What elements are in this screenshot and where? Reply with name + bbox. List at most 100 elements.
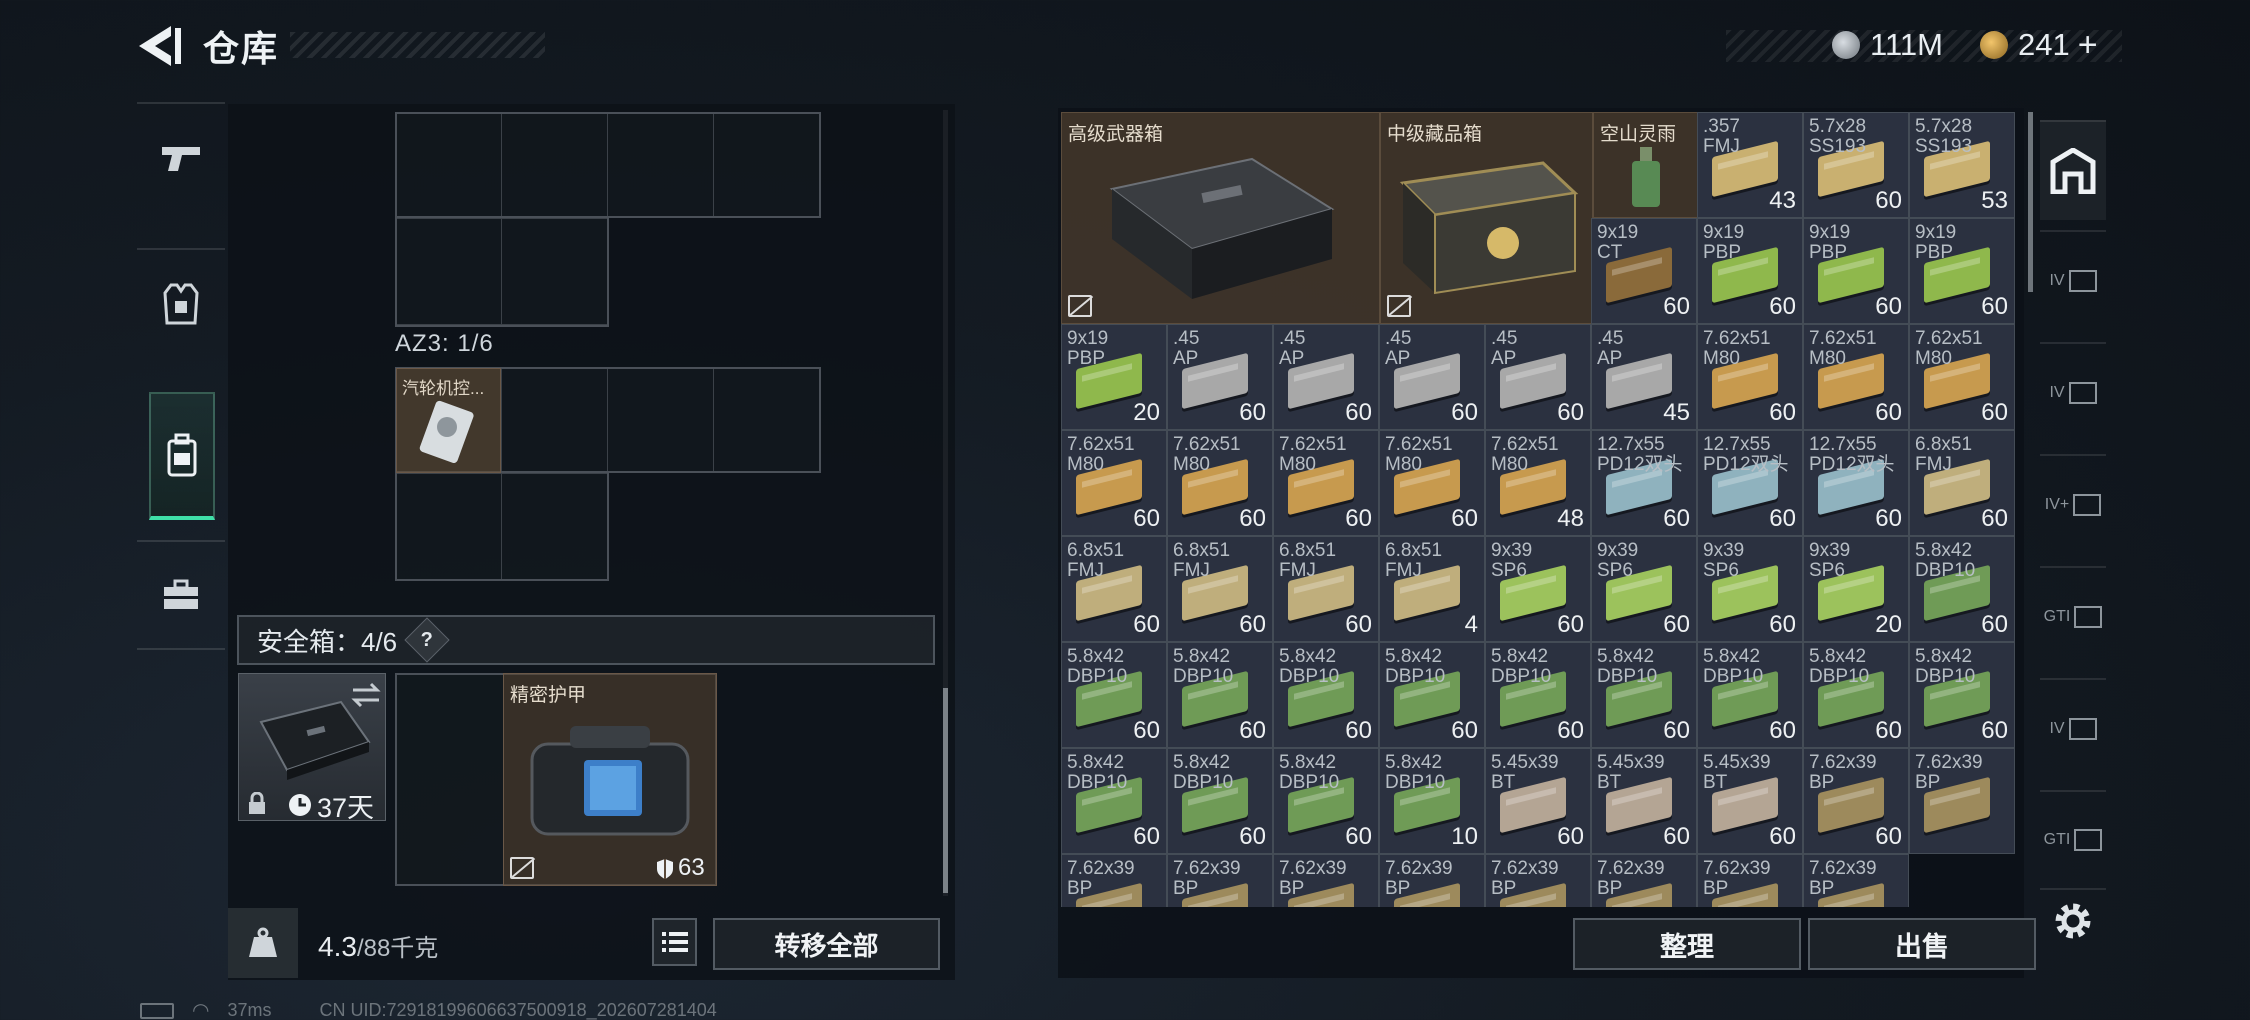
stash-item[interactable]: 6.8x51 FMJ 60 <box>1909 430 2015 536</box>
stash-item[interactable]: 7.62x39 BP <box>1697 854 1803 907</box>
item-name: 7.62x51 M80 <box>1279 434 1347 475</box>
stash-item[interactable]: 9x39 SP6 60 <box>1591 536 1697 642</box>
stash-item[interactable]: 5.8x42 DBP10 60 <box>1803 642 1909 748</box>
stash-tab-1[interactable]: IV <box>2040 230 2106 330</box>
stash-item[interactable]: 5.8x42 DBP10 60 <box>1167 642 1273 748</box>
stash-item[interactable]: 7.62x51 M80 60 <box>1697 324 1803 430</box>
stash-item[interactable]: 7.62x39 BP <box>1061 854 1167 907</box>
stash-item[interactable]: 7.62x51 M80 60 <box>1909 324 2015 430</box>
stash-item[interactable]: 9x19 PBP 20 <box>1061 324 1167 430</box>
stash-item[interactable]: 7.62x51 M80 60 <box>1273 430 1379 536</box>
stash-item[interactable]: 7.62x39 BP <box>1591 854 1697 907</box>
stash-item[interactable]: .45 AP 60 <box>1273 324 1379 430</box>
safe-box-slot[interactable]: 37天 <box>238 673 386 823</box>
swap-icon[interactable] <box>351 682 381 708</box>
stash-item[interactable]: 6.8x51 FMJ 60 <box>1273 536 1379 642</box>
stash-item[interactable]: 7.62x51 M80 60 <box>1061 430 1167 536</box>
safe-box-item-armor[interactable]: 精密护甲 63 <box>503 673 717 886</box>
stash-item[interactable]: 7.62x51 M80 48 <box>1485 430 1591 536</box>
stash-item[interactable]: .45 AP 60 <box>1485 324 1591 430</box>
stash-item[interactable]: 5.8x42 DBP10 60 <box>1167 748 1273 854</box>
stash-item[interactable]: 7.62x39 BP <box>1379 854 1485 907</box>
stash-item[interactable]: 5.7x28 SS193 53 <box>1909 112 2015 218</box>
stash-item[interactable]: 9x19 CT 60 <box>1591 218 1697 324</box>
tab-briefcase[interactable] <box>137 540 225 650</box>
stash-item[interactable]: 5.8x42 DBP10 60 <box>1485 642 1591 748</box>
sort-button[interactable]: 整理 <box>1573 918 1801 970</box>
stash-item[interactable]: 5.8x42 DBP10 10 <box>1379 748 1485 854</box>
stash-item[interactable]: 9x19 PBP 60 <box>1697 218 1803 324</box>
stash-item[interactable]: 9x19 PBP 60 <box>1803 218 1909 324</box>
stash-item[interactable]: 5.8x42 DBP10 60 <box>1591 642 1697 748</box>
item-name: 9x39 SP6 <box>1491 540 1533 581</box>
item-name: 7.62x39 BP <box>1173 858 1241 899</box>
stash-item[interactable]: 5.8x42 DBP10 60 <box>1061 642 1167 748</box>
stash-item[interactable]: 5.8x42 DBP10 60 <box>1061 748 1167 854</box>
stash-item[interactable]: 9x39 SP6 60 <box>1697 536 1803 642</box>
stash-item[interactable]: 5.7x28 SS193 60 <box>1803 112 1909 218</box>
backpack-item-turbine[interactable]: 汽轮机控... <box>396 368 501 473</box>
item-name: .357 FMJ <box>1703 116 1740 157</box>
settings-gear-icon[interactable] <box>2050 898 2096 944</box>
stash-item-kongshan[interactable]: 空山灵雨 <box>1593 112 1699 218</box>
stash-item[interactable]: 6.8x51 FMJ 4 <box>1379 536 1485 642</box>
stash-item[interactable]: .45 AP 45 <box>1591 324 1697 430</box>
stash-item[interactable]: 5.45x39 BT 60 <box>1591 748 1697 854</box>
stash-tab-3[interactable]: IV+ <box>2040 454 2106 554</box>
item-name: 6.8x51 FMJ <box>1279 540 1337 581</box>
stash-item[interactable]: 7.62x39 BP 60 <box>1803 748 1909 854</box>
stash-item[interactable]: 5.8x42 DBP10 60 <box>1909 536 2015 642</box>
stash-tab-5[interactable]: IV <box>2040 678 2106 778</box>
stash-item[interactable]: 6.8x51 FMJ 60 <box>1167 536 1273 642</box>
stash-item-weapon-crate[interactable]: 高级武器箱 <box>1061 112 1380 324</box>
stash-item[interactable]: .45 AP 60 <box>1167 324 1273 430</box>
list-view-button[interactable] <box>652 918 697 966</box>
stash-item[interactable]: 7.62x51 M80 60 <box>1379 430 1485 536</box>
stash-item[interactable]: 6.8x51 FMJ 60 <box>1061 536 1167 642</box>
tab-weapon[interactable] <box>137 102 225 212</box>
unlocked-icon <box>510 857 534 879</box>
stash-item[interactable]: 9x19 PBP 60 <box>1909 218 2015 324</box>
stash-item-collection-crate[interactable]: 中级藏品箱 <box>1380 112 1593 324</box>
stash-item[interactable]: 5.8x42 DBP10 60 <box>1379 642 1485 748</box>
stash-item[interactable]: 5.8x42 DBP10 60 <box>1273 748 1379 854</box>
stash-item[interactable]: .357 FMJ 43 <box>1697 112 1803 218</box>
stash-item[interactable]: 7.62x39 BP <box>1167 854 1273 907</box>
stash-tab-6[interactable]: GTI <box>2040 790 2106 890</box>
unlocked-icon <box>1387 295 1411 317</box>
stash-item[interactable]: 9x39 SP6 60 <box>1485 536 1591 642</box>
stash-item[interactable]: 9x39 SP6 20 <box>1803 536 1909 642</box>
stash-item[interactable]: 12.7x55 PD12双头 60 <box>1803 430 1909 536</box>
backpack-scroll-thumb[interactable] <box>943 688 948 893</box>
stash-tab-2[interactable]: IV <box>2040 342 2106 442</box>
stash-item[interactable]: 7.62x39 BP <box>1485 854 1591 907</box>
stash-item[interactable]: 7.62x39 BP <box>1909 748 2015 854</box>
stash-tab-all[interactable] <box>2040 120 2106 220</box>
stash-item[interactable]: 7.62x51 M80 60 <box>1803 324 1909 430</box>
stash-tab-4[interactable]: GTI <box>2040 566 2106 666</box>
stash-item[interactable]: 12.7x55 PD12双头 60 <box>1697 430 1803 536</box>
stash-item[interactable]: 5.45x39 BT 60 <box>1485 748 1591 854</box>
tab-armor[interactable] <box>137 248 225 358</box>
stash-item[interactable]: 7.62x51 M80 60 <box>1167 430 1273 536</box>
gold-currency[interactable]: 241 + <box>1980 24 2098 66</box>
stash-item[interactable]: 5.8x42 DBP10 60 <box>1697 642 1803 748</box>
stash-item[interactable]: 12.7x55 PD12双头 60 <box>1591 430 1697 536</box>
help-button[interactable]: ? <box>404 617 450 663</box>
stash-item[interactable]: 5.8x42 DBP10 60 <box>1273 642 1379 748</box>
safe-box-label: 安全箱：4/6 <box>257 626 398 657</box>
stash-item[interactable]: 7.62x39 BP <box>1273 854 1379 907</box>
sell-button[interactable]: 出售 <box>1808 918 2036 970</box>
silver-currency[interactable]: 111M <box>1832 24 1943 66</box>
transfer-all-button[interactable]: 转移全部 <box>713 918 940 970</box>
stash-scrollbar[interactable] <box>2028 112 2033 292</box>
stash-item[interactable]: 5.8x42 DBP10 60 <box>1909 642 2015 748</box>
tab-backpack[interactable] <box>149 392 215 520</box>
warning-folder-icon <box>2074 606 2103 628</box>
add-currency-icon[interactable]: + <box>2078 26 2098 65</box>
back-button[interactable] <box>135 22 185 70</box>
stash-tab-6-label: GTI <box>2043 831 2071 848</box>
stash-item[interactable]: 5.45x39 BT 60 <box>1697 748 1803 854</box>
stash-item[interactable]: .45 AP 60 <box>1379 324 1485 430</box>
stash-item[interactable]: 7.62x39 BP <box>1803 854 1909 907</box>
